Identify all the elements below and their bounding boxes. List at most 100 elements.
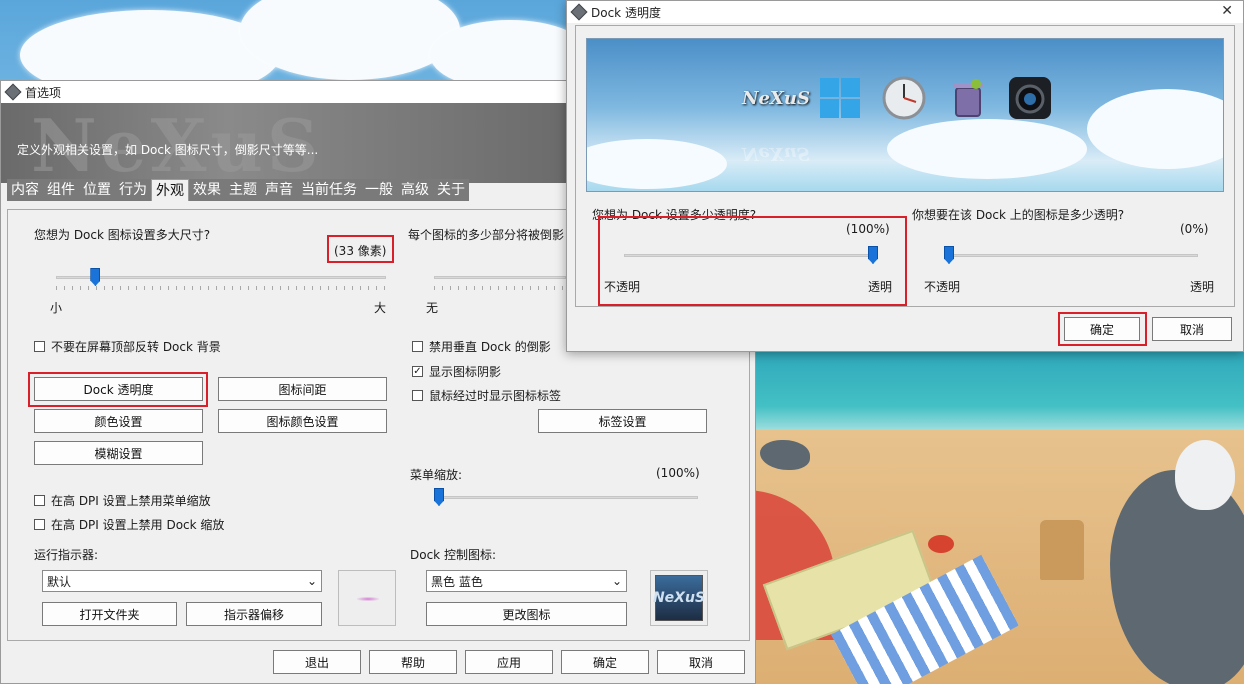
tab-widgets[interactable]: 组件 bbox=[43, 179, 79, 201]
dialog-body: NeXuS NeXuS 您想为 Dock 设置多少透明度? (100%) 不透明… bbox=[575, 25, 1235, 307]
app-icon bbox=[4, 83, 22, 101]
nexus-dock-icon: NeXuS bbox=[742, 75, 810, 121]
wallpaper-sandcastle bbox=[1040, 520, 1084, 580]
preview-cloud bbox=[587, 139, 727, 189]
tab-general[interactable]: 一般 bbox=[361, 179, 397, 201]
chevron-down-icon: ⌄ bbox=[611, 574, 622, 588]
highlight-dialog-ok bbox=[1058, 312, 1147, 346]
tab-appearance[interactable]: 外观 bbox=[151, 179, 189, 201]
dialog-title: Dock 透明度 bbox=[591, 5, 661, 20]
close-icon[interactable]: ✕ bbox=[1221, 3, 1233, 19]
color-settings-button[interactable]: 颜色设置 bbox=[34, 409, 203, 433]
reflection-ticks bbox=[434, 286, 566, 290]
show-label-hover-label: 鼠标经过时显示图标标签 bbox=[429, 389, 562, 403]
reflection-min-label: 无 bbox=[426, 301, 439, 315]
running-indicator-select[interactable]: 默认 ⌄ bbox=[42, 570, 322, 592]
change-icon-button[interactable]: 更改图标 bbox=[426, 602, 627, 626]
tab-themes[interactable]: 主题 bbox=[225, 179, 261, 201]
running-indicator-value: 默认 bbox=[47, 574, 72, 589]
label-settings-button[interactable]: 标签设置 bbox=[538, 409, 707, 433]
no-flip-checkbox[interactable]: 不要在屏幕顶部反转 Dock 背景 bbox=[34, 338, 221, 355]
menu-zoom-value: (100%) bbox=[656, 466, 700, 480]
checkbox-box[interactable] bbox=[34, 519, 45, 530]
checkbox-box[interactable] bbox=[34, 341, 45, 352]
menu-zoom-track bbox=[434, 496, 698, 499]
open-folder-button[interactable]: 打开文件夹 bbox=[42, 602, 177, 626]
highlight-dock-transparency-slider bbox=[598, 216, 907, 306]
indicator-offset-button[interactable]: 指示器偏移 bbox=[186, 602, 322, 626]
checkbox-box[interactable] bbox=[412, 390, 423, 401]
window-title: 首选项 bbox=[25, 85, 62, 100]
tab-position[interactable]: 位置 bbox=[79, 179, 115, 201]
menu-zoom-slider-thumb[interactable] bbox=[434, 488, 444, 506]
dpi-menu-checkbox[interactable]: 在高 DPI 设置上禁用菜单缩放 bbox=[34, 492, 211, 509]
tab-content[interactable]: 内容 bbox=[7, 179, 43, 201]
tab-effects[interactable]: 效果 bbox=[189, 179, 225, 201]
icon-size-slider-thumb[interactable] bbox=[90, 268, 101, 286]
icons-transparency-slider-thumb[interactable] bbox=[944, 246, 954, 264]
show-icon-shadow-label: 显示图标阴影 bbox=[429, 365, 502, 379]
icon-size-ticks bbox=[56, 286, 386, 290]
exit-button[interactable]: 退出 bbox=[273, 650, 361, 674]
disable-vertical-reflection-checkbox[interactable]: 禁用垂直 Dock 的倒影 bbox=[412, 338, 551, 355]
cancel-button[interactable]: 取消 bbox=[657, 650, 745, 674]
tab-running-tasks[interactable]: 当前任务 bbox=[297, 179, 361, 201]
dpi-dock-checkbox[interactable]: 在高 DPI 设置上禁用 Dock 缩放 bbox=[34, 516, 224, 533]
no-flip-label: 不要在屏幕顶部反转 Dock 背景 bbox=[51, 340, 221, 354]
indicator-glow bbox=[357, 597, 379, 601]
checkbox-box[interactable] bbox=[34, 495, 45, 506]
tab-about[interactable]: 关于 bbox=[433, 179, 469, 201]
nexus-logo-reflection-text: NeXuS bbox=[742, 143, 810, 165]
nexus-icon: NeXuS bbox=[653, 575, 705, 621]
dock-preview: NeXuS NeXuS bbox=[586, 38, 1224, 192]
icon-color-settings-button[interactable]: 图标颜色设置 bbox=[218, 409, 387, 433]
indicator-preview bbox=[338, 570, 396, 626]
dpi-dock-label: 在高 DPI 设置上禁用 Dock 缩放 bbox=[51, 518, 225, 532]
wallpaper-crab bbox=[928, 535, 954, 553]
tab-advanced[interactable]: 高级 bbox=[397, 179, 433, 201]
icons-transparency-question: 你想要在该 Dock 上的图标是多少透明? bbox=[912, 208, 1125, 222]
dock-control-icon-label: Dock 控制图标: bbox=[410, 548, 496, 562]
menu-zoom-label: 菜单缩放: bbox=[410, 468, 463, 482]
highlight-icon-size-value bbox=[327, 235, 394, 263]
app-icon bbox=[570, 3, 588, 21]
tab-behavior[interactable]: 行为 bbox=[115, 179, 151, 201]
preview-cloud bbox=[887, 119, 1087, 179]
help-button[interactable]: 帮助 bbox=[369, 650, 457, 674]
tab-bar: 内容 组件 位置 行为 外观 效果 主题 声音 当前任务 一般 高级 关于 bbox=[7, 179, 469, 201]
nexus-dock-icon-reflection: NeXuS bbox=[742, 131, 810, 177]
dialog-titlebar[interactable]: Dock 透明度 bbox=[567, 1, 1243, 23]
disable-vertical-reflection-label: 禁用垂直 Dock 的倒影 bbox=[429, 340, 551, 354]
banner-description: 定义外观相关设置，如 Dock 图标尺寸，倒影尺寸等等... bbox=[17, 143, 319, 157]
dock-control-icon-preview: NeXuS bbox=[650, 570, 708, 626]
dock-transparency-dialog: Dock 透明度 ✕ NeXuS NeXuS 您想为 Dock 设置多少透明度?… bbox=[566, 0, 1244, 352]
chevron-down-icon: ⌄ bbox=[306, 574, 317, 588]
icons-opaque-label: 不透明 bbox=[924, 280, 961, 294]
dock-control-icon-select[interactable]: 黑色 蓝色 ⌄ bbox=[426, 570, 627, 592]
preview-cloud bbox=[1087, 89, 1223, 169]
show-icon-shadow-checkbox[interactable]: ✓ 显示图标阴影 bbox=[412, 363, 501, 380]
dock-control-icon-value: 黑色 蓝色 bbox=[431, 574, 483, 589]
blur-settings-button[interactable]: 模糊设置 bbox=[34, 441, 203, 465]
tab-sounds[interactable]: 声音 bbox=[261, 179, 297, 201]
recycle-bin-icon bbox=[945, 75, 991, 121]
reflection-question: 每个图标的多少部分将被倒影 bbox=[408, 228, 565, 242]
apply-button[interactable]: 应用 bbox=[465, 650, 553, 674]
ok-button[interactable]: 确定 bbox=[561, 650, 649, 674]
dpi-menu-label: 在高 DPI 设置上禁用菜单缩放 bbox=[51, 494, 211, 508]
nexus-logo-text: NeXuS bbox=[742, 87, 810, 109]
reflection-track bbox=[434, 276, 566, 279]
slider-min-label: 小 bbox=[50, 301, 63, 315]
slider-max-label: 大 bbox=[374, 301, 387, 315]
icons-transparent-label: 透明 bbox=[1190, 280, 1215, 294]
checkbox-box-checked[interactable]: ✓ bbox=[412, 366, 423, 377]
icon-spacing-button[interactable]: 图标间距 bbox=[218, 377, 387, 401]
icon-size-track bbox=[56, 276, 386, 279]
wallpaper-seagull bbox=[1175, 440, 1235, 510]
checkbox-box[interactable] bbox=[412, 341, 423, 352]
show-label-hover-checkbox[interactable]: 鼠标经过时显示图标标签 bbox=[412, 387, 561, 404]
icon-size-question: 您想为 Dock 图标设置多大尺寸? bbox=[34, 228, 211, 242]
dialog-cancel-button[interactable]: 取消 bbox=[1152, 317, 1232, 341]
highlight-dock-transparency bbox=[28, 372, 208, 407]
icons-transparency-track bbox=[944, 254, 1198, 257]
